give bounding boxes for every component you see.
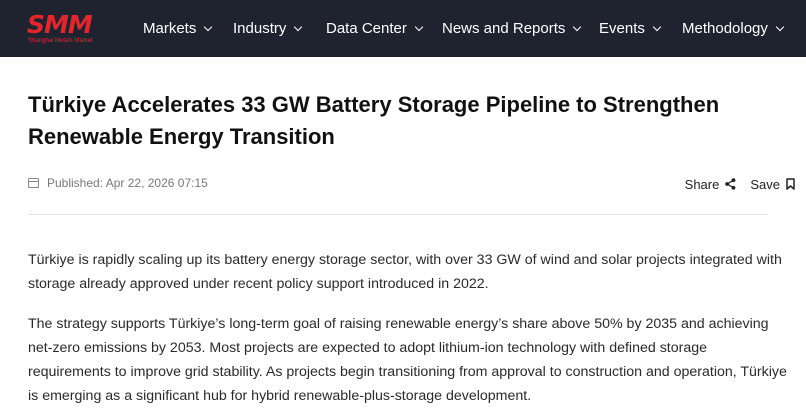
chevron-down-icon [775, 22, 785, 31]
save-label: Save [750, 176, 780, 192]
article-paragraph: The strategy supports Türkiye’s long-ter… [28, 316, 787, 404]
nav-item-events[interactable]: Events [599, 0, 662, 57]
chevron-down-icon [204, 22, 213, 31]
nav-item-industry[interactable]: Industry [233, 0, 303, 57]
chevron-down-icon [573, 22, 582, 31]
article-title: Türkiye Accelerates 33 GW Battery Storag… [28, 92, 720, 149]
save-button[interactable]: Save [750, 177, 795, 192]
nav-item-label: Markets [143, 20, 197, 37]
nav-item-label: Events [599, 20, 645, 37]
nav-item-label: Industry [233, 20, 287, 37]
bookmark-icon [786, 178, 795, 190]
share-label: Share [684, 176, 720, 192]
share-icon [725, 178, 736, 190]
nav-item-data-center[interactable]: Data Center [326, 0, 424, 57]
share-button[interactable]: Share [685, 177, 737, 192]
article-meta: Published: Apr 22, 2026 07:15 [28, 175, 208, 191]
logo-tagline: Shanghai Metals Market [28, 38, 93, 44]
logo-text: SMM [27, 10, 93, 39]
article-actions: Share Save [685, 174, 795, 194]
chevron-down-icon [294, 22, 303, 31]
nav-item-label: Data Center [326, 20, 407, 37]
chevron-down-icon [414, 22, 424, 31]
nav-item-label: News and Reports [442, 20, 566, 37]
top-navbar: SMM Shanghai Metals Market Markets Indus… [0, 0, 806, 57]
article-paragraph: Türkiye is rapidly scaling up its batter… [28, 252, 782, 292]
calendar-icon [28, 178, 39, 188]
chevron-down-icon [652, 22, 662, 31]
nav-item-methodology[interactable]: Methodology [682, 0, 785, 57]
header-divider [28, 214, 768, 215]
nav-item-markets[interactable]: Markets [143, 0, 213, 57]
nav-item-label: Methodology [682, 20, 768, 37]
smm-logo[interactable]: SMM Shanghai Metals Market [27, 12, 107, 46]
published-date: Published: Apr 22, 2026 07:15 [47, 176, 208, 190]
nav-item-news-and-reports[interactable]: News and Reports [442, 0, 582, 57]
